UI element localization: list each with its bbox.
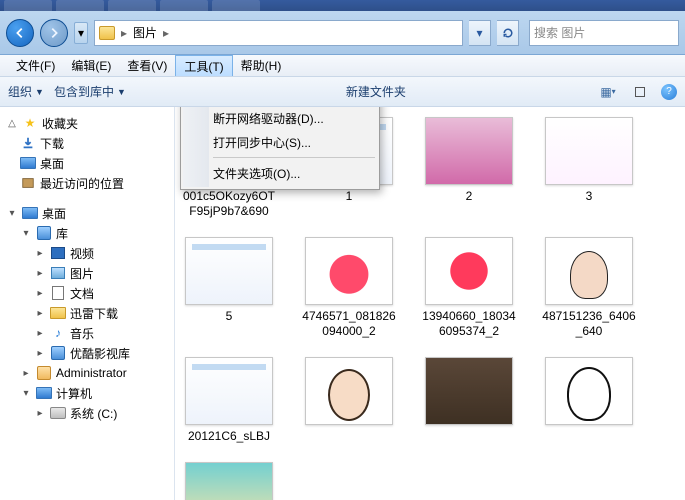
tree-music[interactable]: ▸♪音乐 bbox=[2, 323, 172, 343]
refresh-button[interactable] bbox=[497, 20, 519, 46]
menu-help[interactable]: 帮助(H) bbox=[233, 55, 290, 76]
user-icon bbox=[37, 366, 51, 380]
address-bar[interactable]: ▸ 图片 ▸ bbox=[94, 20, 463, 46]
taskbar-fragment bbox=[0, 0, 685, 11]
help-button[interactable]: ? bbox=[661, 84, 677, 100]
tree-youku[interactable]: ▸优酷影视库 bbox=[2, 343, 172, 363]
file-caption: 001c5OKozy6OTF95jP9b7&690 bbox=[181, 189, 277, 219]
file-item[interactable] bbox=[301, 357, 397, 444]
tree-desktop[interactable]: 桌面 bbox=[2, 153, 172, 173]
file-item[interactable]: 5 bbox=[181, 237, 277, 339]
file-item[interactable] bbox=[181, 462, 277, 500]
menu-tools[interactable]: 工具(T) bbox=[175, 55, 232, 76]
download-icon bbox=[20, 135, 36, 151]
library-icon bbox=[51, 346, 65, 360]
tree-videos[interactable]: ▸视频 bbox=[2, 243, 172, 263]
file-item[interactable] bbox=[541, 357, 637, 444]
tree-computer[interactable]: ▾计算机 bbox=[2, 383, 172, 403]
file-caption: 5 bbox=[226, 309, 233, 324]
new-folder-button[interactable]: 新建文件夹 bbox=[346, 83, 406, 100]
organize-button[interactable]: 组织 ▼ bbox=[8, 83, 44, 100]
picture-icon bbox=[51, 267, 65, 279]
search-placeholder: 搜索 图片 bbox=[534, 24, 585, 41]
tree-xunlei[interactable]: ▸迅雷下载 bbox=[2, 303, 172, 323]
tree-downloads[interactable]: 下载 bbox=[2, 133, 172, 153]
video-icon bbox=[51, 247, 65, 259]
desktop-icon bbox=[22, 207, 38, 219]
file-item[interactable]: 487151236_6406_640 bbox=[541, 237, 637, 339]
explorer-titlebar: ▾ ▸ 图片 ▸ ▾ 搜索 图片 bbox=[0, 11, 685, 55]
tree-documents[interactable]: ▸文档 bbox=[2, 283, 172, 303]
library-icon bbox=[37, 226, 51, 240]
tree-recent[interactable]: 最近访问的位置 bbox=[2, 173, 172, 193]
menu-disconnect-network-drive[interactable]: 断开网络驱动器(D)... bbox=[183, 107, 377, 130]
file-item[interactable]: 13940660_180346095374_2 bbox=[421, 237, 517, 339]
menu-open-sync-center[interactable]: 打开同步中心(S)... bbox=[183, 130, 377, 154]
nav-history-dropdown[interactable]: ▾ bbox=[74, 22, 88, 44]
file-item[interactable] bbox=[421, 357, 517, 444]
chevron-right-icon: ▸ bbox=[121, 26, 127, 40]
document-icon bbox=[52, 286, 64, 300]
tools-menu-dropdown: 映射网络驱动器(N)... 断开网络驱动器(D)... 打开同步中心(S)...… bbox=[180, 107, 380, 190]
menu-view[interactable]: 查看(V) bbox=[119, 55, 175, 76]
tree-libraries[interactable]: ▾库 bbox=[2, 223, 172, 243]
file-caption: 4746571_081826094000_2 bbox=[301, 309, 397, 339]
file-caption: 2 bbox=[466, 189, 473, 204]
view-options-button[interactable]: ▦ ▾ bbox=[597, 82, 619, 102]
preview-pane-button[interactable] bbox=[629, 82, 651, 102]
menu-file[interactable]: 文件(F) bbox=[8, 55, 63, 76]
include-in-library-button[interactable]: 包含到库中 ▼ bbox=[54, 83, 126, 100]
recent-icon bbox=[20, 175, 36, 191]
desktop-icon bbox=[20, 157, 36, 169]
tree-drive-c[interactable]: ▸系统 (C:) bbox=[2, 403, 172, 423]
drive-icon bbox=[50, 407, 66, 419]
address-location: 图片 bbox=[133, 24, 157, 41]
file-item[interactable]: 4746571_081826094000_2 bbox=[301, 237, 397, 339]
tree-favorites[interactable]: △★收藏夹 bbox=[2, 113, 172, 133]
command-bar: 组织 ▼ 包含到库中 ▼ 新建文件夹 ▦ ▾ ? bbox=[0, 77, 685, 107]
folder-icon bbox=[99, 26, 115, 40]
file-item[interactable]: 2 bbox=[421, 117, 517, 219]
tree-administrator[interactable]: ▸Administrator bbox=[2, 363, 172, 383]
file-caption: 3 bbox=[586, 189, 593, 204]
navigation-pane: △★收藏夹 下载 桌面 最近访问的位置 ▾桌面 ▾库 ▸视频 ▸图片 ▸文档 ▸… bbox=[0, 107, 175, 500]
menu-edit[interactable]: 编辑(E) bbox=[63, 55, 119, 76]
search-input[interactable]: 搜索 图片 bbox=[529, 20, 679, 46]
music-icon: ♪ bbox=[50, 325, 66, 341]
nav-forward-button[interactable] bbox=[40, 19, 68, 47]
star-icon: ★ bbox=[22, 115, 38, 131]
file-caption: 487151236_6406_640 bbox=[541, 309, 637, 339]
file-caption: 1 bbox=[346, 189, 353, 204]
tree-pictures[interactable]: ▸图片 bbox=[2, 263, 172, 283]
file-view: 001c5OKozy6OTF95jP9b7&690 1 2 3 5 474657… bbox=[175, 107, 685, 500]
nav-back-button[interactable] bbox=[6, 19, 34, 47]
address-dropdown-button[interactable]: ▾ bbox=[469, 20, 491, 46]
file-caption: 13940660_180346095374_2 bbox=[421, 309, 517, 339]
menu-folder-options[interactable]: 文件夹选项(O)... bbox=[183, 161, 377, 185]
tree-desktop-root[interactable]: ▾桌面 bbox=[2, 203, 172, 223]
file-caption: 20121C6_sLBJ bbox=[188, 429, 270, 444]
file-item[interactable]: 20121C6_sLBJ bbox=[181, 357, 277, 444]
chevron-right-icon: ▸ bbox=[163, 26, 169, 40]
computer-icon bbox=[36, 387, 52, 399]
folder-icon bbox=[50, 307, 66, 319]
file-item[interactable]: 3 bbox=[541, 117, 637, 219]
menu-bar: 文件(F) 编辑(E) 查看(V) 工具(T) 帮助(H) bbox=[0, 55, 685, 77]
menu-separator bbox=[213, 157, 375, 158]
